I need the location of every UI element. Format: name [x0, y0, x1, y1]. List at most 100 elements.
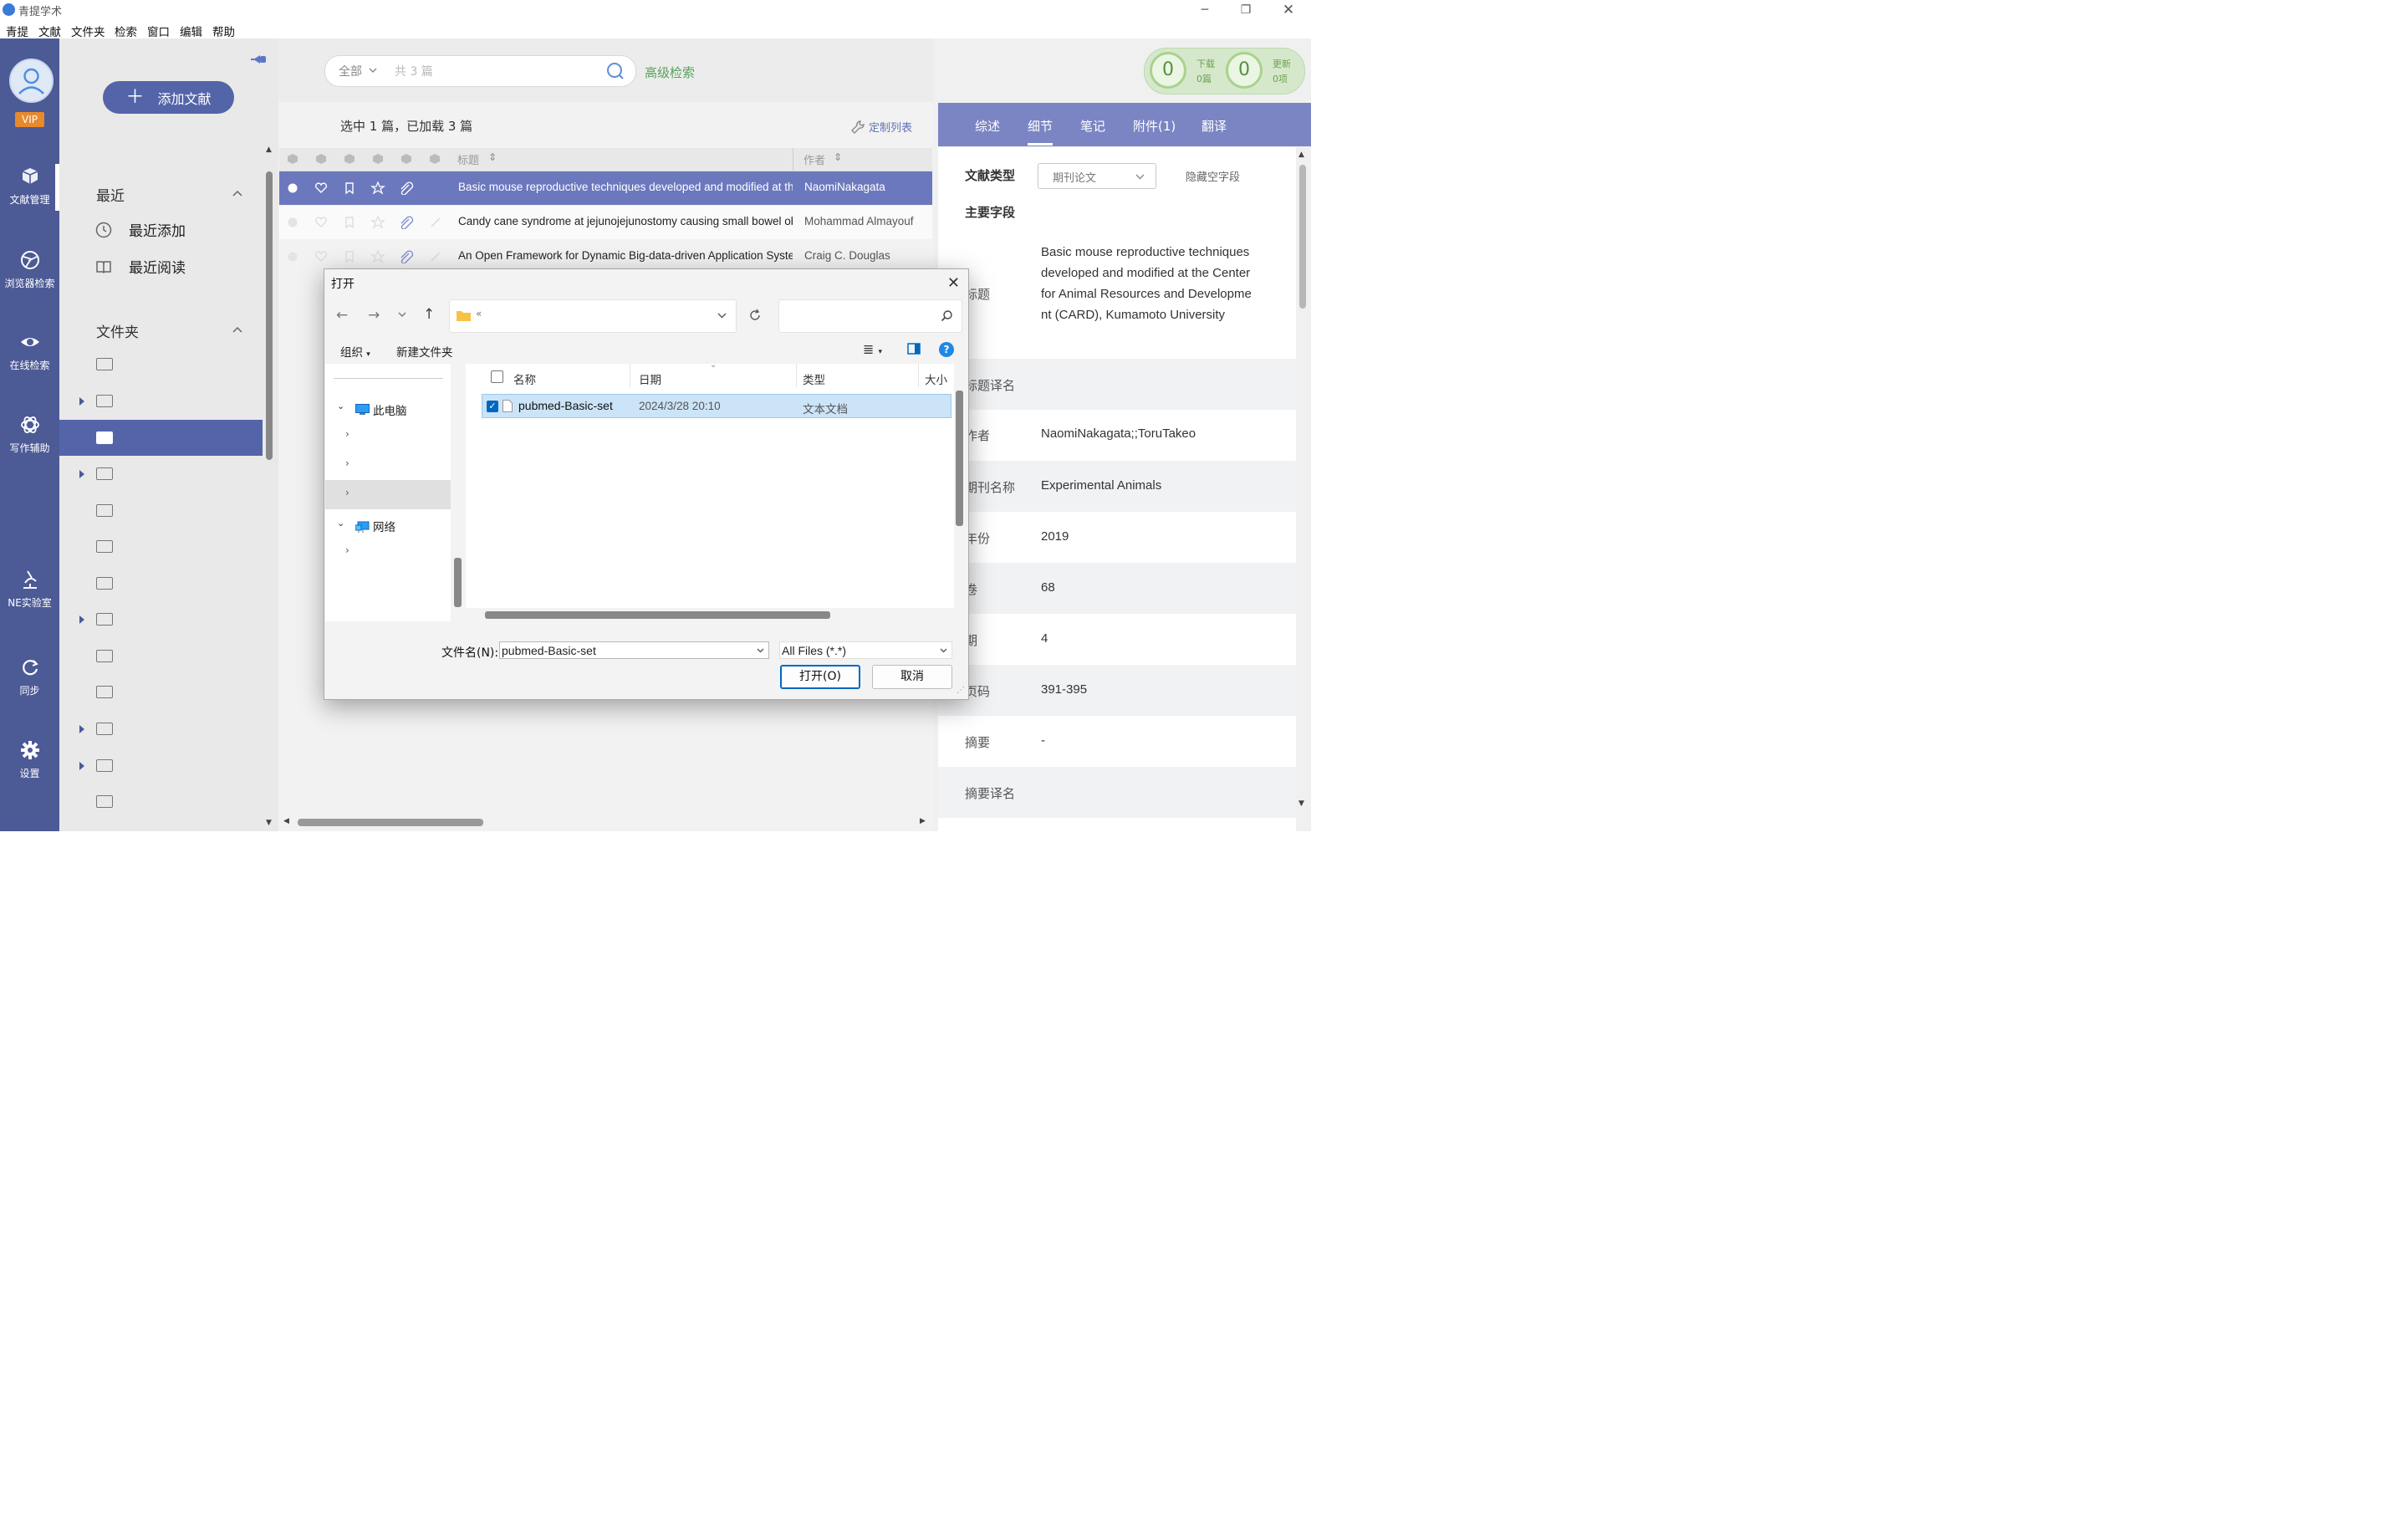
refresh-icon[interactable]: [748, 309, 762, 322]
menu-search[interactable]: 检索: [115, 23, 137, 39]
nav-sync[interactable]: 同步: [0, 656, 59, 697]
menu-window[interactable]: 窗口: [147, 23, 170, 39]
collapse-folders-icon[interactable]: [232, 326, 242, 333]
file-checkbox[interactable]: ✓: [487, 401, 498, 412]
folder-icon[interactable]: [96, 613, 113, 626]
abstract-value[interactable]: -: [1041, 733, 1045, 748]
tree-item-selected[interactable]: [325, 480, 451, 509]
avatar[interactable]: [9, 59, 54, 103]
recent-read-item[interactable]: 最近阅读: [95, 256, 186, 277]
folder-scrollbar[interactable]: [266, 171, 273, 460]
scroll-up-icon[interactable]: ▲: [266, 146, 272, 154]
file-horizontal-scrollbar[interactable]: [485, 611, 830, 619]
nav-online-search[interactable]: 在线检索: [0, 331, 59, 372]
address-bar[interactable]: «: [449, 299, 737, 333]
restore-icon[interactable]: ❐: [1226, 0, 1266, 20]
column-author[interactable]: 作者: [804, 151, 825, 167]
column-type[interactable]: 类型: [803, 370, 825, 387]
close-icon[interactable]: ✕: [947, 274, 960, 292]
expand-chevron-icon[interactable]: ⌄: [337, 518, 344, 529]
expand-arrow-icon[interactable]: [79, 615, 84, 624]
customize-list-button[interactable]: 定制列表: [850, 119, 912, 135]
file-row[interactable]: ✓ pubmed-Basic-set 2024/3/28 20:10 文本文档: [482, 394, 951, 418]
chevron-down-icon[interactable]: [757, 648, 764, 653]
expand-chevron-icon[interactable]: ⌄: [337, 401, 344, 411]
menu-folder[interactable]: 文件夹: [71, 23, 105, 39]
scroll-left-icon[interactable]: ◀: [283, 817, 289, 825]
folder-icon[interactable]: [96, 577, 113, 590]
up-arrow-icon[interactable]: ↑: [423, 306, 435, 323]
organize-menu[interactable]: 组织 ▾: [340, 343, 370, 360]
column-name[interactable]: 名称: [513, 370, 536, 387]
column-divider[interactable]: [918, 364, 919, 387]
tree-scrollbar[interactable]: [454, 558, 462, 607]
sort-icon[interactable]: ⇕: [834, 151, 842, 163]
title-value[interactable]: Basic mouse reproductive techniques deve…: [1041, 242, 1252, 325]
doc-type-select[interactable]: 期刊论文: [1038, 163, 1156, 189]
filename-input[interactable]: pubmed-Basic-set: [499, 641, 769, 659]
menu-qingti[interactable]: 青提: [6, 23, 28, 39]
scroll-down-icon[interactable]: ▼: [1298, 799, 1304, 808]
expand-arrow-icon[interactable]: [79, 397, 84, 406]
scroll-down-icon[interactable]: ▼: [266, 819, 272, 827]
row-action-icons[interactable]: [286, 181, 445, 195]
nav-ne-lab[interactable]: NE实验室: [0, 569, 59, 610]
pages-value[interactable]: 391-395: [1041, 682, 1087, 697]
file-vertical-scrollbar[interactable]: [956, 391, 963, 526]
select-all-checkbox[interactable]: [491, 370, 503, 383]
expand-chevron-icon[interactable]: ›: [345, 544, 349, 556]
scroll-up-icon[interactable]: ▲: [1298, 151, 1304, 159]
preview-pane-icon[interactable]: [907, 343, 921, 355]
tab-details[interactable]: 细节: [1028, 117, 1053, 135]
folder-icon[interactable]: [96, 432, 113, 444]
collapse-recent-icon[interactable]: [232, 190, 242, 197]
menu-edit[interactable]: 编辑: [180, 23, 202, 39]
column-date[interactable]: 日期: [639, 370, 661, 387]
scroll-right-icon[interactable]: ▶: [920, 817, 926, 825]
sort-icon[interactable]: ⇕: [488, 151, 497, 163]
folder-icon[interactable]: [96, 650, 113, 662]
menu-help[interactable]: 帮助: [212, 23, 235, 39]
tree-item-this-pc[interactable]: 此电脑: [355, 401, 407, 418]
folder-icon[interactable]: [96, 759, 113, 772]
column-size[interactable]: 大小: [925, 370, 947, 387]
cancel-button[interactable]: 取消: [872, 665, 952, 689]
expand-chevron-icon[interactable]: ›: [345, 487, 349, 498]
journal-value[interactable]: Experimental Animals: [1041, 478, 1161, 493]
column-divider[interactable]: [796, 364, 797, 387]
table-row[interactable]: Candy cane syndrome at jejunojejunostomy…: [279, 206, 932, 239]
chevron-down-icon[interactable]: [940, 648, 947, 653]
author-value[interactable]: NaomiNakagata;;ToruTakeo: [1041, 426, 1196, 441]
folder-icon[interactable]: [96, 795, 113, 808]
forward-arrow-icon[interactable]: →: [368, 307, 380, 324]
row-action-icons[interactable]: [286, 250, 445, 263]
detail-scrollbar[interactable]: [1299, 165, 1306, 309]
table-row[interactable]: Basic mouse reproductive techniques deve…: [279, 171, 932, 205]
close-icon[interactable]: ✕: [1268, 0, 1309, 20]
hide-empty-fields[interactable]: 隐藏空字段: [1186, 168, 1240, 184]
add-literature-button[interactable]: ＋ 添加文献: [103, 81, 234, 114]
tab-notes[interactable]: 笔记: [1080, 117, 1105, 135]
nav-library[interactable]: 文献管理: [0, 166, 59, 207]
expand-chevron-icon[interactable]: ›: [345, 428, 349, 440]
nav-browser-search[interactable]: 浏览器检索: [0, 249, 59, 290]
issue-value[interactable]: 4: [1041, 631, 1048, 646]
search-box[interactable]: 全部 共 3 篇: [324, 55, 636, 87]
open-button[interactable]: 打开(O): [780, 665, 860, 689]
dialog-search-input[interactable]: [778, 299, 962, 333]
expand-arrow-icon[interactable]: [79, 470, 84, 478]
pin-icon[interactable]: [250, 52, 268, 67]
row-action-icons[interactable]: [286, 216, 445, 229]
folder-icon[interactable]: [96, 358, 113, 370]
folder-icon[interactable]: [96, 504, 113, 517]
minimize-icon[interactable]: ─: [1185, 0, 1225, 20]
search-icon[interactable]: [606, 62, 625, 80]
expand-arrow-icon[interactable]: [79, 725, 84, 733]
file-type-filter[interactable]: All Files (*.*): [779, 641, 952, 659]
new-folder-button[interactable]: 新建文件夹: [396, 343, 453, 360]
tab-translate[interactable]: 翻译: [1201, 117, 1227, 135]
folder-icon[interactable]: [96, 723, 113, 735]
column-title[interactable]: 标题: [457, 151, 479, 167]
chevron-down-icon[interactable]: [717, 313, 727, 319]
expand-chevron-icon[interactable]: ›: [345, 457, 349, 469]
